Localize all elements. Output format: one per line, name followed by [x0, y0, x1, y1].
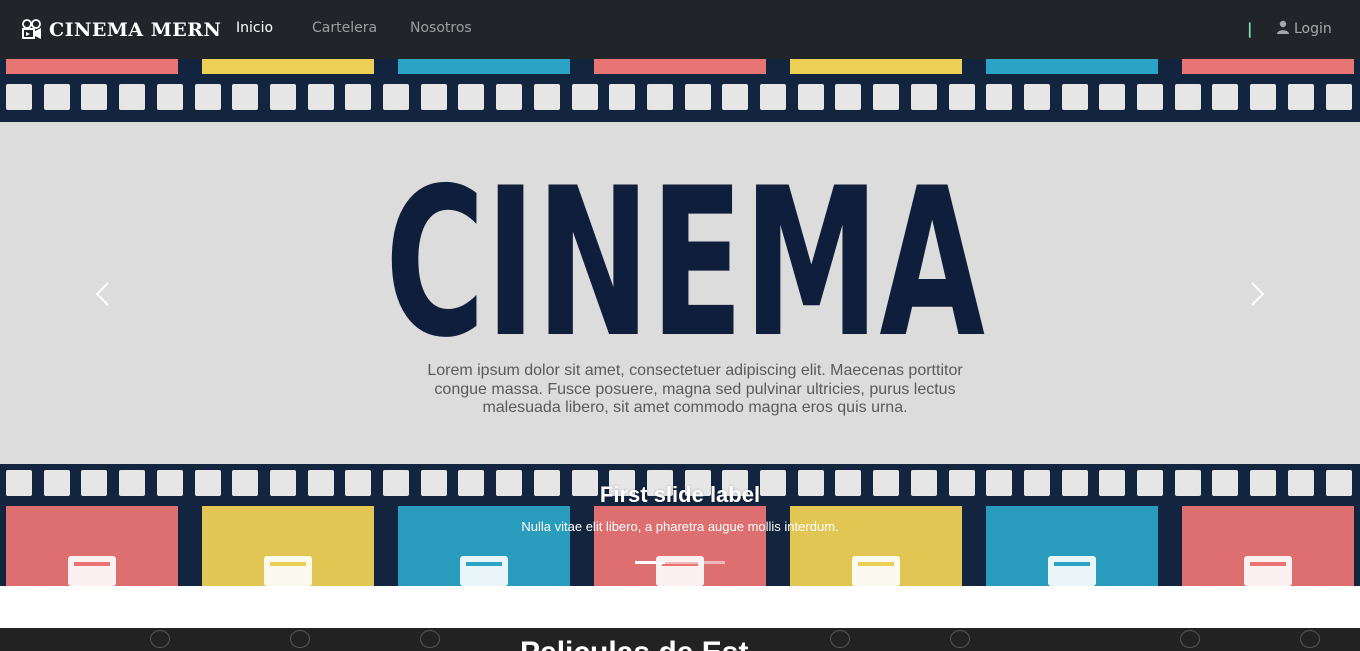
- clapperboard-icon: [62, 546, 122, 586]
- film-perforation: [1174, 84, 1201, 110]
- film-perforation: [81, 84, 108, 110]
- film-perforation: [496, 84, 523, 110]
- film-reel-doodle-icon: [1300, 630, 1320, 648]
- film-perforation: [458, 84, 485, 110]
- film-perforation: [835, 84, 862, 110]
- film-reel-doodle-icon: [950, 630, 970, 648]
- film-perforation: [1287, 84, 1314, 110]
- login-label: Login: [1294, 21, 1332, 37]
- film-perforation: [533, 84, 560, 110]
- film-perforation: [609, 84, 636, 110]
- film-perforation: [6, 84, 32, 110]
- film-perforation: [1061, 84, 1088, 110]
- nav-link-nosotros[interactable]: Nosotros: [410, 20, 472, 36]
- film-perforation: [1250, 84, 1277, 110]
- banner-text: Lorem ipsum dolor sit amet, consectetuer…: [405, 362, 985, 418]
- banner-title: CINEMA: [385, 161, 985, 351]
- film-perforation: [722, 84, 749, 110]
- carousel-indicator-2[interactable]: [665, 561, 695, 564]
- film-perforation: [43, 84, 70, 110]
- carousel-next-button[interactable]: [1242, 279, 1272, 309]
- film-perforation: [345, 84, 372, 110]
- film-perforation: [760, 84, 786, 110]
- film-perforation: [1137, 84, 1163, 110]
- banner-text-line: malesuada libero, sit amet commodo magna…: [482, 399, 908, 416]
- film-perforation: [910, 84, 937, 110]
- film-perforation: [948, 84, 975, 110]
- film-perforation: [383, 84, 409, 110]
- carousel-indicator-3[interactable]: [695, 561, 725, 564]
- film-perforation: [1099, 84, 1126, 110]
- film-camera-icon: [21, 19, 45, 41]
- film-strip-top: [0, 59, 1360, 122]
- brand-name: CINEMA MERN: [49, 19, 222, 41]
- film-color-bar: [594, 59, 766, 74]
- carousel-prev-button[interactable]: [88, 279, 118, 309]
- popcorn-doodle-icon: [150, 630, 170, 648]
- slide-caption-text: Nulla vitae elit libero, a pharetra augu…: [521, 519, 839, 534]
- movies-section: Peliculas de Est: [0, 628, 1360, 651]
- gong-icon: [650, 546, 710, 586]
- film-perforation: [307, 84, 334, 110]
- section-heading: Peliculas de Est: [520, 636, 748, 651]
- film-color-bar: [790, 59, 962, 74]
- chevron-left-icon: [95, 282, 109, 306]
- film-perforation: [873, 84, 900, 110]
- drum-icon: [846, 546, 906, 586]
- user-icon: [1276, 20, 1290, 38]
- banner-text-line: congue massa. Fusce posuere, magna sed p…: [434, 380, 956, 398]
- nav-link-cartelera[interactable]: Cartelera: [312, 20, 377, 36]
- navbar: CINEMA MERN Inicio Cartelera Nosotros | …: [0, 0, 1360, 59]
- film-perforation: [420, 84, 447, 110]
- palette-icon: [1042, 546, 1102, 586]
- film-perforation: [156, 84, 183, 110]
- film-color-bar: [398, 59, 570, 74]
- banner-text-line: Lorem ipsum dolor sit amet, consectetuer…: [427, 362, 963, 379]
- carousel-indicator-1[interactable]: [635, 561, 665, 564]
- film-reel-doodle-icon: [420, 630, 440, 648]
- film-perforation: [194, 84, 221, 110]
- nav-link-inicio[interactable]: Inicio: [236, 20, 273, 36]
- film-color-bar: [986, 59, 1158, 74]
- hero-carousel: CINEMA Lorem ipsum dolor sit amet, conse…: [0, 59, 1360, 586]
- film-perforation: [646, 84, 673, 110]
- organ-pipes-icon: [258, 546, 318, 586]
- brand[interactable]: CINEMA MERN: [21, 17, 221, 43]
- nav-separator: |: [1247, 20, 1253, 38]
- music-notes-icon: [1238, 546, 1298, 586]
- trumpet-icon: [454, 546, 514, 586]
- film-perforation: [232, 84, 259, 110]
- film-perforation: [684, 84, 711, 110]
- film-color-bar: [6, 59, 178, 74]
- film-perforation: [269, 84, 296, 110]
- film-perforation: [986, 84, 1013, 110]
- film-perforation: [1023, 84, 1050, 110]
- slide-caption-title: First slide label: [599, 482, 761, 507]
- popcorn-doodle-icon: [830, 630, 850, 648]
- popcorn-doodle-icon: [1180, 630, 1200, 648]
- film-perforation: [571, 84, 598, 110]
- film-perforation: [1212, 84, 1239, 110]
- login-button[interactable]: Login: [1276, 20, 1332, 38]
- film-color-bar: [202, 59, 374, 74]
- film-perforation: [119, 84, 146, 110]
- popcorn-doodle-icon: [290, 630, 310, 648]
- film-perforation: [797, 84, 824, 110]
- chevron-right-icon: [1251, 282, 1265, 306]
- film-perforation: [1325, 84, 1352, 110]
- film-color-bar: [1182, 59, 1354, 74]
- svg-text:CINEMA: CINEMA: [385, 161, 985, 351]
